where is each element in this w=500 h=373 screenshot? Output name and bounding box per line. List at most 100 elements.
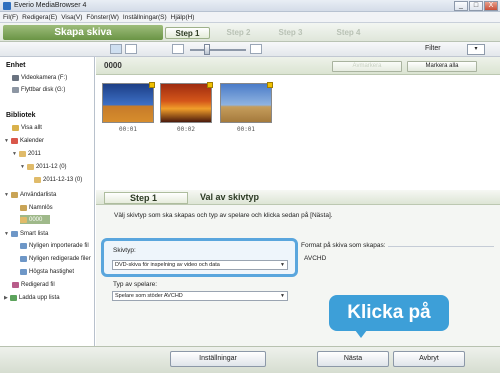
- wizard-header: Step 1 Val av skivtyp: [96, 190, 500, 205]
- mode-header: Skapa skiva Step 1 Step 2 Step 3 Step 4: [0, 23, 500, 42]
- sidebar-item-recent-imported[interactable]: Nyligen importerade fil: [20, 241, 89, 250]
- sidebar-item-view-all[interactable]: Visa allt: [12, 123, 42, 132]
- video-thumbnail[interactable]: [160, 82, 213, 123]
- wizard-step-label: Step 1: [104, 192, 188, 204]
- app-icon: [3, 1, 11, 10]
- sidebar-item-highest-speed[interactable]: Högsta hastighet: [20, 267, 74, 276]
- cancel-button[interactable]: Avbryt: [393, 351, 465, 367]
- marker-icon: [149, 82, 155, 88]
- player-type-select[interactable]: Spelare som stöder AVCHD ▼: [112, 291, 288, 301]
- player-type-label: Typ av spelare:: [113, 281, 158, 288]
- sidebar-item-0000[interactable]: 0000: [20, 215, 51, 224]
- thumbnail-duration: 00:01: [236, 126, 256, 133]
- menu-bar: Fil(F) Redigera(E) Visa(V) Fönster(W) In…: [0, 12, 500, 23]
- sidebar: Enhet Videokamera (F:) Flyttbar disk (G:…: [0, 57, 95, 346]
- list-icon: [20, 204, 27, 211]
- thumbnail-duration: 00:01: [118, 126, 138, 133]
- sidebar-item-calendar[interactable]: ▼ Kalender: [4, 136, 44, 145]
- disc-type-select[interactable]: DVD-skiva för inspelning av video och da…: [112, 260, 288, 270]
- disc-type-label: Skivtyp:: [113, 247, 136, 254]
- mark-all-button[interactable]: Markera alla: [407, 61, 477, 72]
- sidebar-item-user-lists[interactable]: ▼ Användarlista: [4, 190, 56, 199]
- sidebar-item-2011[interactable]: ▼ 2011: [12, 149, 41, 158]
- grid-view-button[interactable]: [110, 44, 122, 54]
- folder-icon: [34, 176, 41, 183]
- sidebar-item-smart-list[interactable]: ▼ Smart lista: [4, 229, 48, 238]
- menu-edit[interactable]: Redigera(E): [22, 14, 57, 21]
- expand-icon: ▼: [20, 163, 25, 170]
- format-box: Format på skiva som skapas: AVCHD: [301, 242, 494, 281]
- sidebar-item-2011-12[interactable]: ▼ 2011-12 (0): [20, 162, 67, 171]
- expand-icon: ▼: [12, 150, 17, 157]
- folder-icon: [20, 216, 27, 223]
- chevron-down-icon: ▼: [280, 293, 285, 299]
- settings-button[interactable]: Inställningar: [170, 351, 266, 367]
- sidebar-item-2011-12-13[interactable]: 2011-12-13 (0): [34, 175, 82, 184]
- menu-help[interactable]: Hjälp(H): [171, 14, 195, 21]
- step-2-tab: Step 2: [226, 28, 251, 37]
- zoom-slider-handle[interactable]: [204, 44, 210, 55]
- smart-list-icon: [10, 230, 18, 237]
- chevron-down-icon: ▼: [280, 262, 285, 268]
- marker-icon: [207, 82, 213, 88]
- large-thumbnail-icon[interactable]: [250, 44, 262, 54]
- next-button[interactable]: Nästa: [317, 351, 389, 367]
- step-1-tab: Step 1: [165, 27, 210, 39]
- menu-file[interactable]: Fil(F): [3, 14, 18, 21]
- close-button[interactable]: X: [484, 1, 498, 11]
- user-list-icon: [10, 191, 18, 198]
- sidebar-item-upload-list[interactable]: ▶ Ladda upp lista: [4, 293, 60, 302]
- content-header: 0000 Avmarkera Markera alla: [96, 57, 500, 75]
- bottom-bar: Inställningar Nästa Avbryt: [0, 346, 500, 373]
- folder-title: 0000: [104, 61, 122, 70]
- filter-label: Filter: [425, 45, 441, 52]
- minimize-button[interactable]: _: [454, 1, 468, 11]
- toolbar: Filter ▾: [0, 42, 500, 57]
- list-icon: [20, 268, 27, 275]
- sidebar-item-camcorder[interactable]: Videokamera (F:): [12, 73, 67, 82]
- folder-icon: [18, 150, 26, 157]
- video-thumbnail[interactable]: [220, 82, 273, 123]
- thumbnail-area: 00:01 00:02 00:01: [96, 75, 500, 190]
- title-bar: Everio MediaBrowser 4 _ □ X: [0, 0, 500, 12]
- zoom-slider-track[interactable]: [190, 49, 246, 51]
- small-thumbnail-icon[interactable]: [172, 44, 184, 54]
- folder-icon: [26, 163, 34, 170]
- maximize-button[interactable]: □: [469, 1, 483, 11]
- menu-window[interactable]: Fönster(W): [86, 14, 119, 21]
- thumbnail-duration: 00:02: [176, 126, 196, 133]
- expand-icon: ▼: [4, 230, 9, 237]
- window-controls: _ □ X: [454, 1, 498, 11]
- filter-dropdown[interactable]: ▾: [467, 44, 485, 55]
- format-title: Format på skiva som skapas:: [301, 242, 388, 249]
- wizard-instruction: Välj skivtyp som ska skapas och typ av s…: [114, 212, 333, 219]
- menu-settings[interactable]: Inställningar(S): [123, 14, 167, 21]
- edited-file-icon: [12, 281, 19, 288]
- step-4-tab: Step 4: [336, 28, 361, 37]
- camcorder-icon: [12, 74, 19, 81]
- menu-view[interactable]: Visa(V): [61, 14, 82, 21]
- window-title: Everio MediaBrowser 4: [14, 2, 87, 9]
- expand-icon: ▼: [4, 137, 9, 144]
- disc-type-highlight: [101, 238, 298, 277]
- folder-icon: [12, 124, 19, 131]
- list-icon: [20, 242, 27, 249]
- sidebar-item-recent-edited[interactable]: Nyligen redigerade filer: [20, 254, 91, 263]
- unmark-button[interactable]: Avmarkera: [332, 61, 402, 72]
- video-thumbnail[interactable]: [102, 82, 155, 123]
- disk-icon: [12, 86, 19, 93]
- mode-title: Skapa skiva: [3, 25, 163, 40]
- expand-icon: ▼: [4, 191, 9, 198]
- calendar-icon: [10, 137, 18, 144]
- device-heading: Enhet: [6, 62, 26, 69]
- format-value: AVCHD: [304, 255, 327, 262]
- click-here-callout: Klicka på: [329, 295, 449, 331]
- step-3-tab: Step 3: [278, 28, 303, 37]
- sidebar-item-edited-file[interactable]: Redigerad fil: [12, 280, 55, 289]
- library-heading: Bibliotek: [6, 112, 36, 119]
- list-view-button[interactable]: [125, 44, 137, 54]
- sidebar-item-unnamed[interactable]: Namnlös: [20, 203, 53, 212]
- upload-icon: [9, 294, 17, 301]
- callout-pointer: [355, 330, 367, 338]
- sidebar-item-removable-disk[interactable]: Flyttbar disk (G:): [12, 85, 65, 94]
